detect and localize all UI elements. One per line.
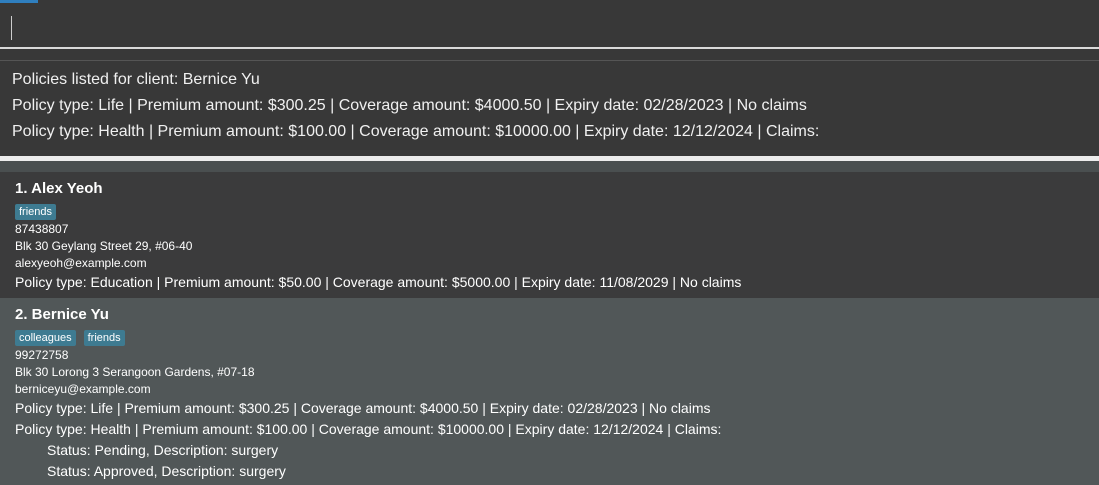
client-list: 1. Alex Yeoh friends 87438807 Blk 30 Gey… xyxy=(0,161,1099,485)
client-email: berniceyu@example.com xyxy=(15,382,151,396)
client-card[interactable]: 2. Bernice Yu colleagues friends 9927275… xyxy=(0,298,1099,485)
client-email: alexyeoh@example.com xyxy=(15,256,147,270)
client-name: 2. Bernice Yu xyxy=(15,306,109,323)
client-name: 1. Alex Yeoh xyxy=(15,180,103,197)
text-caret xyxy=(11,16,12,40)
menu-accent xyxy=(0,0,38,3)
result-line: Policy type: Life | Premium amount: $300… xyxy=(12,97,807,114)
client-card[interactable]: 1. Alex Yeoh friends 87438807 Blk 30 Gey… xyxy=(0,172,1099,309)
policy-line: Policy type: Education | Premium amount:… xyxy=(15,274,742,290)
client-address: Blk 30 Geylang Street 29, #06-40 xyxy=(15,239,193,253)
tag-list: colleagues friends xyxy=(15,330,125,346)
result-line: Policies listed for client: Bernice Yu xyxy=(12,71,260,88)
result-display: Policies listed for client: Bernice Yu P… xyxy=(0,60,1099,152)
claim-line: Status: Pending, Description: surgery xyxy=(47,442,279,458)
client-address: Blk 30 Lorong 3 Serangoon Gardens, #07-1… xyxy=(15,365,255,379)
claim-line: Status: Approved, Description: surgery xyxy=(47,463,286,479)
tag: friends xyxy=(15,204,57,220)
policy-line: Policy type: Health | Premium amount: $1… xyxy=(15,421,722,437)
client-phone: 99272758 xyxy=(15,348,69,362)
tag: friends xyxy=(83,330,125,346)
tag: colleagues xyxy=(15,330,76,346)
policy-line: Policy type: Life | Premium amount: $300… xyxy=(15,400,711,416)
client-phone: 87438807 xyxy=(15,222,69,236)
result-line: Policy type: Health | Premium amount: $1… xyxy=(12,123,820,140)
command-input[interactable] xyxy=(0,4,1099,49)
tag-list: friends xyxy=(15,204,57,220)
